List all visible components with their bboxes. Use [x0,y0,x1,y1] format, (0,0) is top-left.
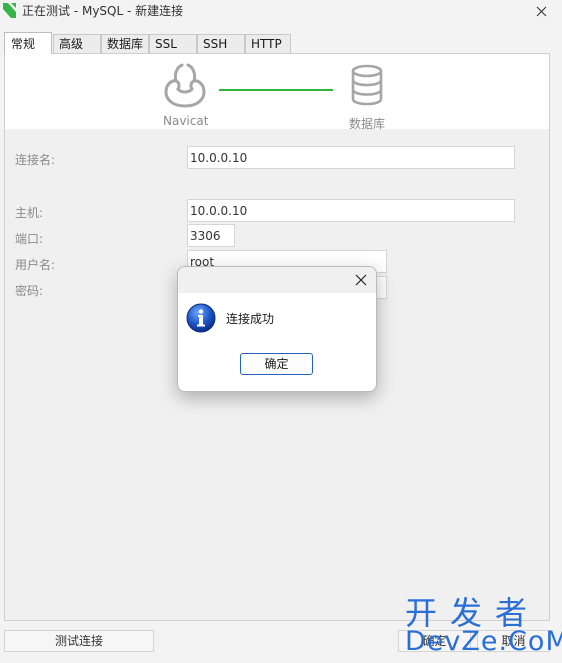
tab-ssh[interactable]: SSH [197,34,245,53]
host-input[interactable] [187,199,515,222]
watermark-line-1: 开发者 [405,594,541,632]
username-label: 用户名: [15,258,56,272]
tab-bar: 常规 高级 数据库 SSL SSH HTTP [0,32,562,54]
port-input[interactable] [187,224,235,247]
host-label: 主机: [15,206,44,220]
tab-ssl[interactable]: SSL [149,34,197,53]
connection-name-label: 连接名: [15,153,56,167]
info-icon [186,303,216,333]
window-close-button[interactable] [520,0,562,26]
database-label: 数据库 [349,117,386,131]
navicat-label: Navicat [163,114,209,128]
connection-success-dialog: 连接成功 确定 [177,266,377,392]
title-bar: 正在测试 - MySQL - 新建连接 [0,0,562,30]
close-icon [536,6,547,20]
watermark-line-2: DevZe.CoM [405,626,562,657]
test-connection-button[interactable]: 测试连接 [4,630,154,652]
tab-databases[interactable]: 数据库 [101,34,149,53]
tab-advanced[interactable]: 高级 [53,34,101,53]
watermark: 开发者 DevZe.CoM [405,594,562,660]
dialog-message: 连接成功 [226,312,275,326]
connection-diagram: Navicat 数据库 [5,54,549,131]
close-icon[interactable] [354,273,368,287]
tab-general[interactable]: 常规 [4,32,52,54]
dialog-title-bar [178,267,376,293]
port-label: 端口: [15,232,44,246]
connection-name-input[interactable] [187,146,515,169]
dialog-body: 连接成功 确定 [178,293,376,391]
database-icon [349,64,385,106]
connection-line [219,89,333,91]
dialog-ok-button[interactable]: 确定 [240,353,313,375]
window-title: 正在测试 - MySQL - 新建连接 [22,4,184,18]
tab-http[interactable]: HTTP [245,34,291,53]
navicat-logo-icon [162,62,208,110]
password-label: 密码: [15,284,44,298]
navicat-app-icon [3,3,16,18]
